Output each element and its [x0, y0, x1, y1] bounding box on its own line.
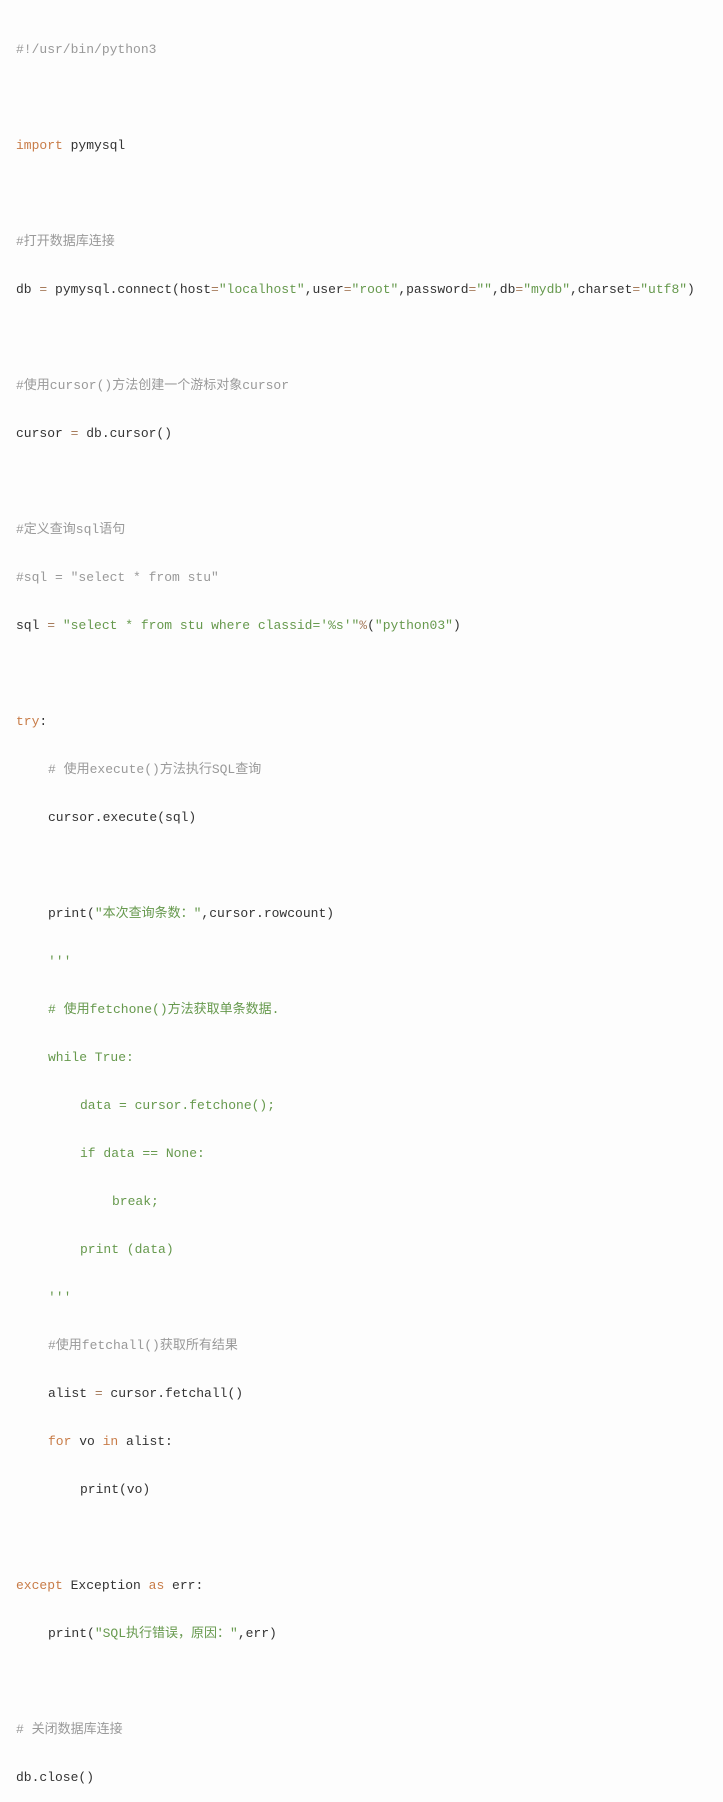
- keyword-try: try: [16, 714, 39, 729]
- docstring-line: break;: [112, 1194, 159, 1209]
- code-line: [16, 662, 707, 686]
- string-literal: "utf8": [640, 282, 687, 297]
- comment: #sql = "select * from stu": [16, 570, 219, 585]
- code-line: cursor.execute(sql): [16, 806, 707, 830]
- code-line: if data == None:: [16, 1142, 707, 1166]
- string-literal: "python03": [375, 618, 453, 633]
- code-line: # 关闭数据库连接: [16, 1718, 707, 1742]
- code-line: # 使用execute()方法执行SQL查询: [16, 758, 707, 782]
- string-literal: "本次查询条数：": [95, 906, 202, 921]
- code-line: data = cursor.fetchone();: [16, 1094, 707, 1118]
- code-line: ''': [16, 950, 707, 974]
- code-line: sql = "select * from stu where classid='…: [16, 614, 707, 638]
- code-line: [16, 470, 707, 494]
- string-literal: "select * from stu where classid='%s'": [63, 618, 359, 633]
- code-line: #!/usr/bin/python3: [16, 38, 707, 62]
- keyword-except: except: [16, 1578, 63, 1593]
- code-line: print("本次查询条数：",cursor.rowcount): [16, 902, 707, 926]
- docstring-line: # 使用fetchone()方法获取单条数据.: [48, 1002, 279, 1017]
- docstring-line: print (data): [80, 1242, 174, 1257]
- code-line: print (data): [16, 1238, 707, 1262]
- string-literal: "SQL执行错误，原因：": [95, 1626, 238, 1641]
- keyword-import: import: [16, 138, 63, 153]
- code-line: db.close(): [16, 1766, 707, 1790]
- code-line: print(vo): [16, 1478, 707, 1502]
- docstring-line: while True:: [48, 1050, 134, 1065]
- keyword-as: as: [149, 1578, 165, 1593]
- docstring-delim: ''': [48, 954, 71, 969]
- code-line: [16, 854, 707, 878]
- code-line: [16, 1670, 707, 1694]
- code-line: except Exception as err:: [16, 1574, 707, 1598]
- code-line: import pymysql: [16, 134, 707, 158]
- docstring-delim: ''': [48, 1290, 71, 1305]
- code-block: #!/usr/bin/python3 import pymysql #打开数据库…: [16, 14, 707, 1802]
- comment: #使用cursor()方法创建一个游标对象cursor: [16, 378, 289, 393]
- comment: # 关闭数据库连接: [16, 1722, 123, 1737]
- comment: # 使用execute()方法执行SQL查询: [48, 762, 261, 777]
- code-line: [16, 1526, 707, 1550]
- code-line: try:: [16, 710, 707, 734]
- code-line: #打开数据库连接: [16, 230, 707, 254]
- code-line: [16, 326, 707, 350]
- code-line: print("SQL执行错误，原因：",err): [16, 1622, 707, 1646]
- docstring-line: if data == None:: [80, 1146, 205, 1161]
- keyword-for: for: [48, 1434, 71, 1449]
- docstring-line: data = cursor.fetchone();: [80, 1098, 275, 1113]
- code-line: #使用fetchall()获取所有结果: [16, 1334, 707, 1358]
- code-line: ''': [16, 1286, 707, 1310]
- code-line: while True:: [16, 1046, 707, 1070]
- keyword-in: in: [103, 1434, 119, 1449]
- code-line: #使用cursor()方法创建一个游标对象cursor: [16, 374, 707, 398]
- code-line: [16, 86, 707, 110]
- comment: #定义查询sql语句: [16, 522, 125, 537]
- code-line: # 使用fetchone()方法获取单条数据.: [16, 998, 707, 1022]
- string-literal: "localhost": [219, 282, 305, 297]
- code-line: for vo in alist:: [16, 1430, 707, 1454]
- code-line: [16, 182, 707, 206]
- string-literal: "": [476, 282, 492, 297]
- code-line: alist = cursor.fetchall(): [16, 1382, 707, 1406]
- string-literal: "root": [352, 282, 399, 297]
- comment: #打开数据库连接: [16, 234, 115, 249]
- shebang-comment: #!/usr/bin/python3: [16, 42, 156, 57]
- code-line: #sql = "select * from stu": [16, 566, 707, 590]
- code-line: db = pymysql.connect(host="localhost",us…: [16, 278, 707, 302]
- code-line: cursor = db.cursor(): [16, 422, 707, 446]
- comment: #使用fetchall()获取所有结果: [48, 1338, 238, 1353]
- string-literal: "mydb": [523, 282, 570, 297]
- code-line: break;: [16, 1190, 707, 1214]
- code-line: #定义查询sql语句: [16, 518, 707, 542]
